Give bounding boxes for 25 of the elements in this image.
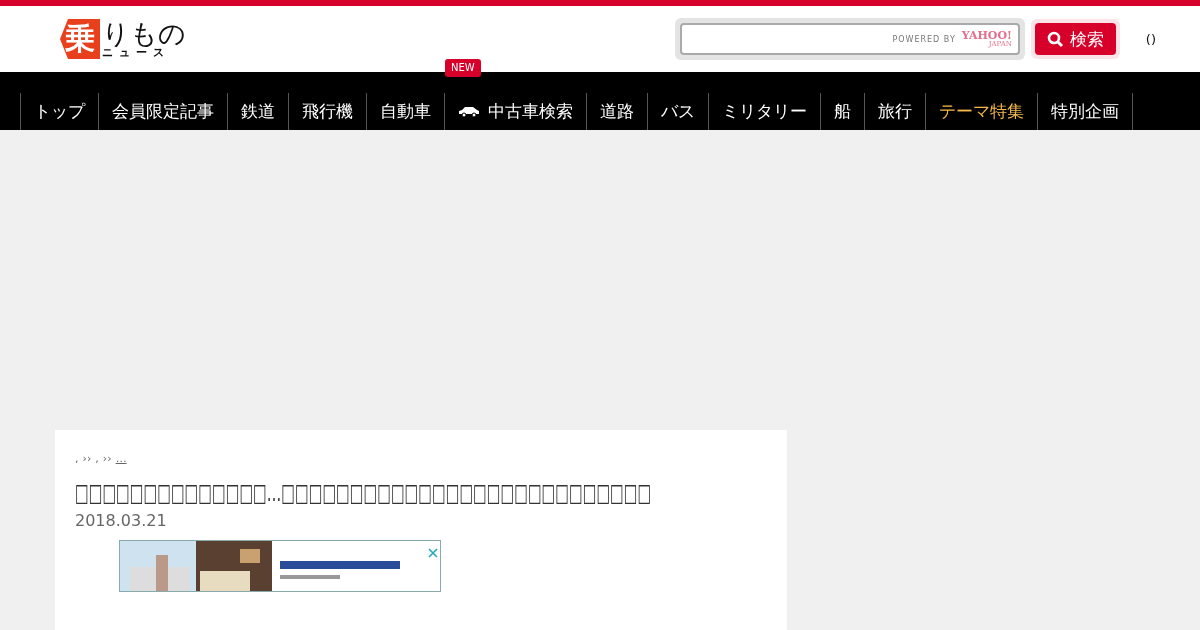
nav-tab[interactable]: 特別企画 (1037, 93, 1133, 130)
article-date: 2018.03.21 (75, 510, 168, 530)
nav-tab[interactable]: 会員限定記事 (98, 93, 227, 130)
header-link[interactable]: () (1145, 31, 1156, 47)
nav-tab[interactable]: 旅行 (864, 93, 925, 130)
nav-tab[interactable]: ミリタリー (708, 93, 820, 130)
nav-tab[interactable]: 飛行機 (288, 93, 366, 130)
breadcrumb-text: , (95, 451, 99, 465)
breadcrumb-text: ›› (102, 451, 112, 465)
breadcrumb-text: , (75, 451, 79, 465)
nav-tab[interactable]: テーマ特集 (925, 93, 1037, 130)
new-badge: NEW (445, 59, 481, 77)
nav-tab[interactable]: 鉄道 (227, 93, 288, 130)
car-icon (458, 106, 480, 117)
nav-tab[interactable]: 道路 (586, 93, 647, 130)
close-icon[interactable] (428, 547, 438, 558)
article-title: □□□□□□□□□□□□□□…□□□□□□□□□□□□□□□□□□□□□□□□□□□ (75, 478, 652, 509)
nav-tab[interactable]: トップ (20, 93, 98, 130)
breadcrumb-text: ›› (82, 451, 92, 465)
nav-tab[interactable]: 船 (820, 93, 864, 130)
nav-tab[interactable]: バス (647, 93, 708, 130)
nav-tab[interactable]: 自動車 (366, 93, 444, 130)
search-icon (1046, 30, 1064, 48)
breadcrumb-link[interactable]: … (115, 451, 155, 465)
search-button[interactable]: 検索 (1034, 23, 1116, 55)
